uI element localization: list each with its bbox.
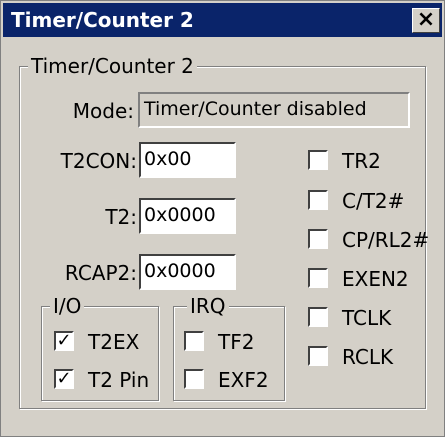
checkbox-c-t2[interactable]: C/T2# bbox=[308, 188, 418, 214]
checkmark-icon: ✓ bbox=[56, 368, 72, 389]
checkbox-box[interactable] bbox=[308, 307, 328, 327]
checkbox-exf2[interactable]: EXF2 bbox=[184, 367, 279, 393]
checkbox-label: T2EX bbox=[88, 330, 140, 354]
checkbox-label: EXF2 bbox=[218, 368, 269, 392]
checkbox-tr2[interactable]: TR2 bbox=[308, 148, 418, 174]
checkbox-box[interactable] bbox=[184, 331, 204, 351]
checkbox-label: RCLK bbox=[342, 345, 394, 369]
checkbox-label: EXEN2 bbox=[342, 267, 409, 291]
checkbox-label: C/T2# bbox=[342, 189, 405, 213]
checkbox-tclk[interactable]: TCLK bbox=[308, 305, 418, 331]
checkbox-label: TCLK bbox=[342, 306, 392, 330]
checkbox-box[interactable] bbox=[308, 190, 328, 210]
timer-counter-group-label: Timer/Counter 2 bbox=[28, 55, 197, 77]
title-bar[interactable]: Timer/Counter 2 × bbox=[3, 3, 442, 37]
checkbox-label: TR2 bbox=[342, 149, 381, 173]
mode-display: Timer/Counter disabled bbox=[138, 92, 410, 128]
checkbox-box[interactable] bbox=[308, 229, 328, 249]
window-title: Timer/Counter 2 bbox=[11, 8, 194, 32]
checkbox-box[interactable] bbox=[308, 346, 328, 366]
t2con-input[interactable]: 0x00 bbox=[139, 142, 236, 178]
irq-group-label: IRQ bbox=[187, 295, 229, 317]
checkbox-box[interactable] bbox=[184, 369, 204, 389]
checkbox-box[interactable]: ✓ bbox=[54, 369, 74, 389]
checkmark-icon: ✓ bbox=[56, 330, 72, 351]
checkbox-box[interactable]: ✓ bbox=[54, 331, 74, 351]
t2-input[interactable]: 0x0000 bbox=[139, 198, 236, 234]
close-icon: × bbox=[416, 7, 436, 32]
checkbox-box[interactable] bbox=[308, 150, 328, 170]
rcap2-input[interactable]: 0x0000 bbox=[139, 254, 236, 290]
checkbox-label: T2 Pin bbox=[88, 368, 150, 392]
io-group-label: I/O bbox=[50, 295, 85, 317]
timer-counter-window: Timer/Counter 2 × Timer/Counter 2 Mode: … bbox=[0, 0, 445, 437]
checkbox-label: TF2 bbox=[218, 330, 255, 354]
checkbox-cp-rl2[interactable]: CP/RL2# bbox=[308, 227, 433, 253]
t2con-label: T2CON: bbox=[60, 149, 137, 173]
t2-label: T2: bbox=[105, 205, 137, 229]
checkbox-box[interactable] bbox=[308, 268, 328, 288]
checkbox-rclk[interactable]: RCLK bbox=[308, 344, 418, 370]
mode-label: Mode: bbox=[72, 99, 134, 123]
rcap2-label: RCAP2: bbox=[64, 261, 137, 285]
checkbox-t2-pin[interactable]: ✓ T2 Pin bbox=[54, 367, 154, 393]
close-button[interactable]: × bbox=[412, 8, 440, 33]
checkbox-label: CP/RL2# bbox=[342, 228, 430, 252]
checkbox-exen2[interactable]: EXEN2 bbox=[308, 266, 418, 292]
checkbox-t2ex[interactable]: ✓ T2EX bbox=[54, 329, 154, 355]
checkbox-tf2[interactable]: TF2 bbox=[184, 329, 279, 355]
